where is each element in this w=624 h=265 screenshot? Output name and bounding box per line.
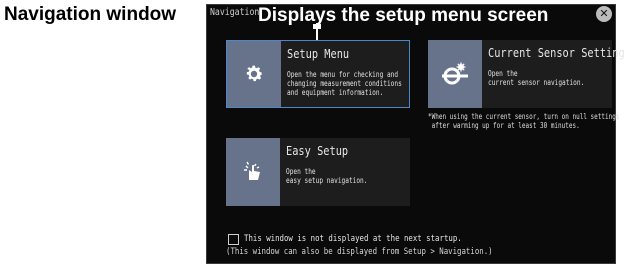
navigation-window-caption: Navigation window [4, 4, 177, 25]
gear-icon [227, 41, 281, 107]
current-sensor-card[interactable]: Current Sensor Settings Open the current… [428, 40, 624, 108]
current-sensor-title: Current Sensor Settings [488, 46, 624, 60]
easy-setup-description: Open the easy setup navigation. [286, 167, 368, 185]
easy-setup-title: Easy Setup [286, 144, 349, 158]
easy-setup-card[interactable]: Easy Setup Open the easy setup navigatio… [226, 138, 410, 206]
callout-text: Displays the setup menu screen [258, 5, 549, 26]
setup-menu-title: Setup Menu [287, 47, 350, 61]
window-title: Navigation [210, 7, 260, 18]
close-icon[interactable]: ✕ [596, 6, 612, 22]
current-sensor-description: Open the current sensor navigation. [488, 69, 585, 87]
setup-menu-card[interactable]: Setup Menu Open the menu for checking an… [226, 40, 410, 108]
dont-show-label: This window is not displayed at the next… [244, 234, 462, 244]
easy-setup-icon [226, 138, 280, 206]
current-sensor-icon [428, 40, 482, 108]
current-sensor-note: *When using the current sensor, turn on … [428, 112, 620, 130]
dont-show-checkbox[interactable] [228, 234, 239, 245]
navigation-hint: (This window can also be displayed from … [226, 247, 493, 257]
setup-menu-description: Open the menu for checking and changing … [287, 70, 402, 97]
callout-pointer-line [316, 27, 318, 41]
